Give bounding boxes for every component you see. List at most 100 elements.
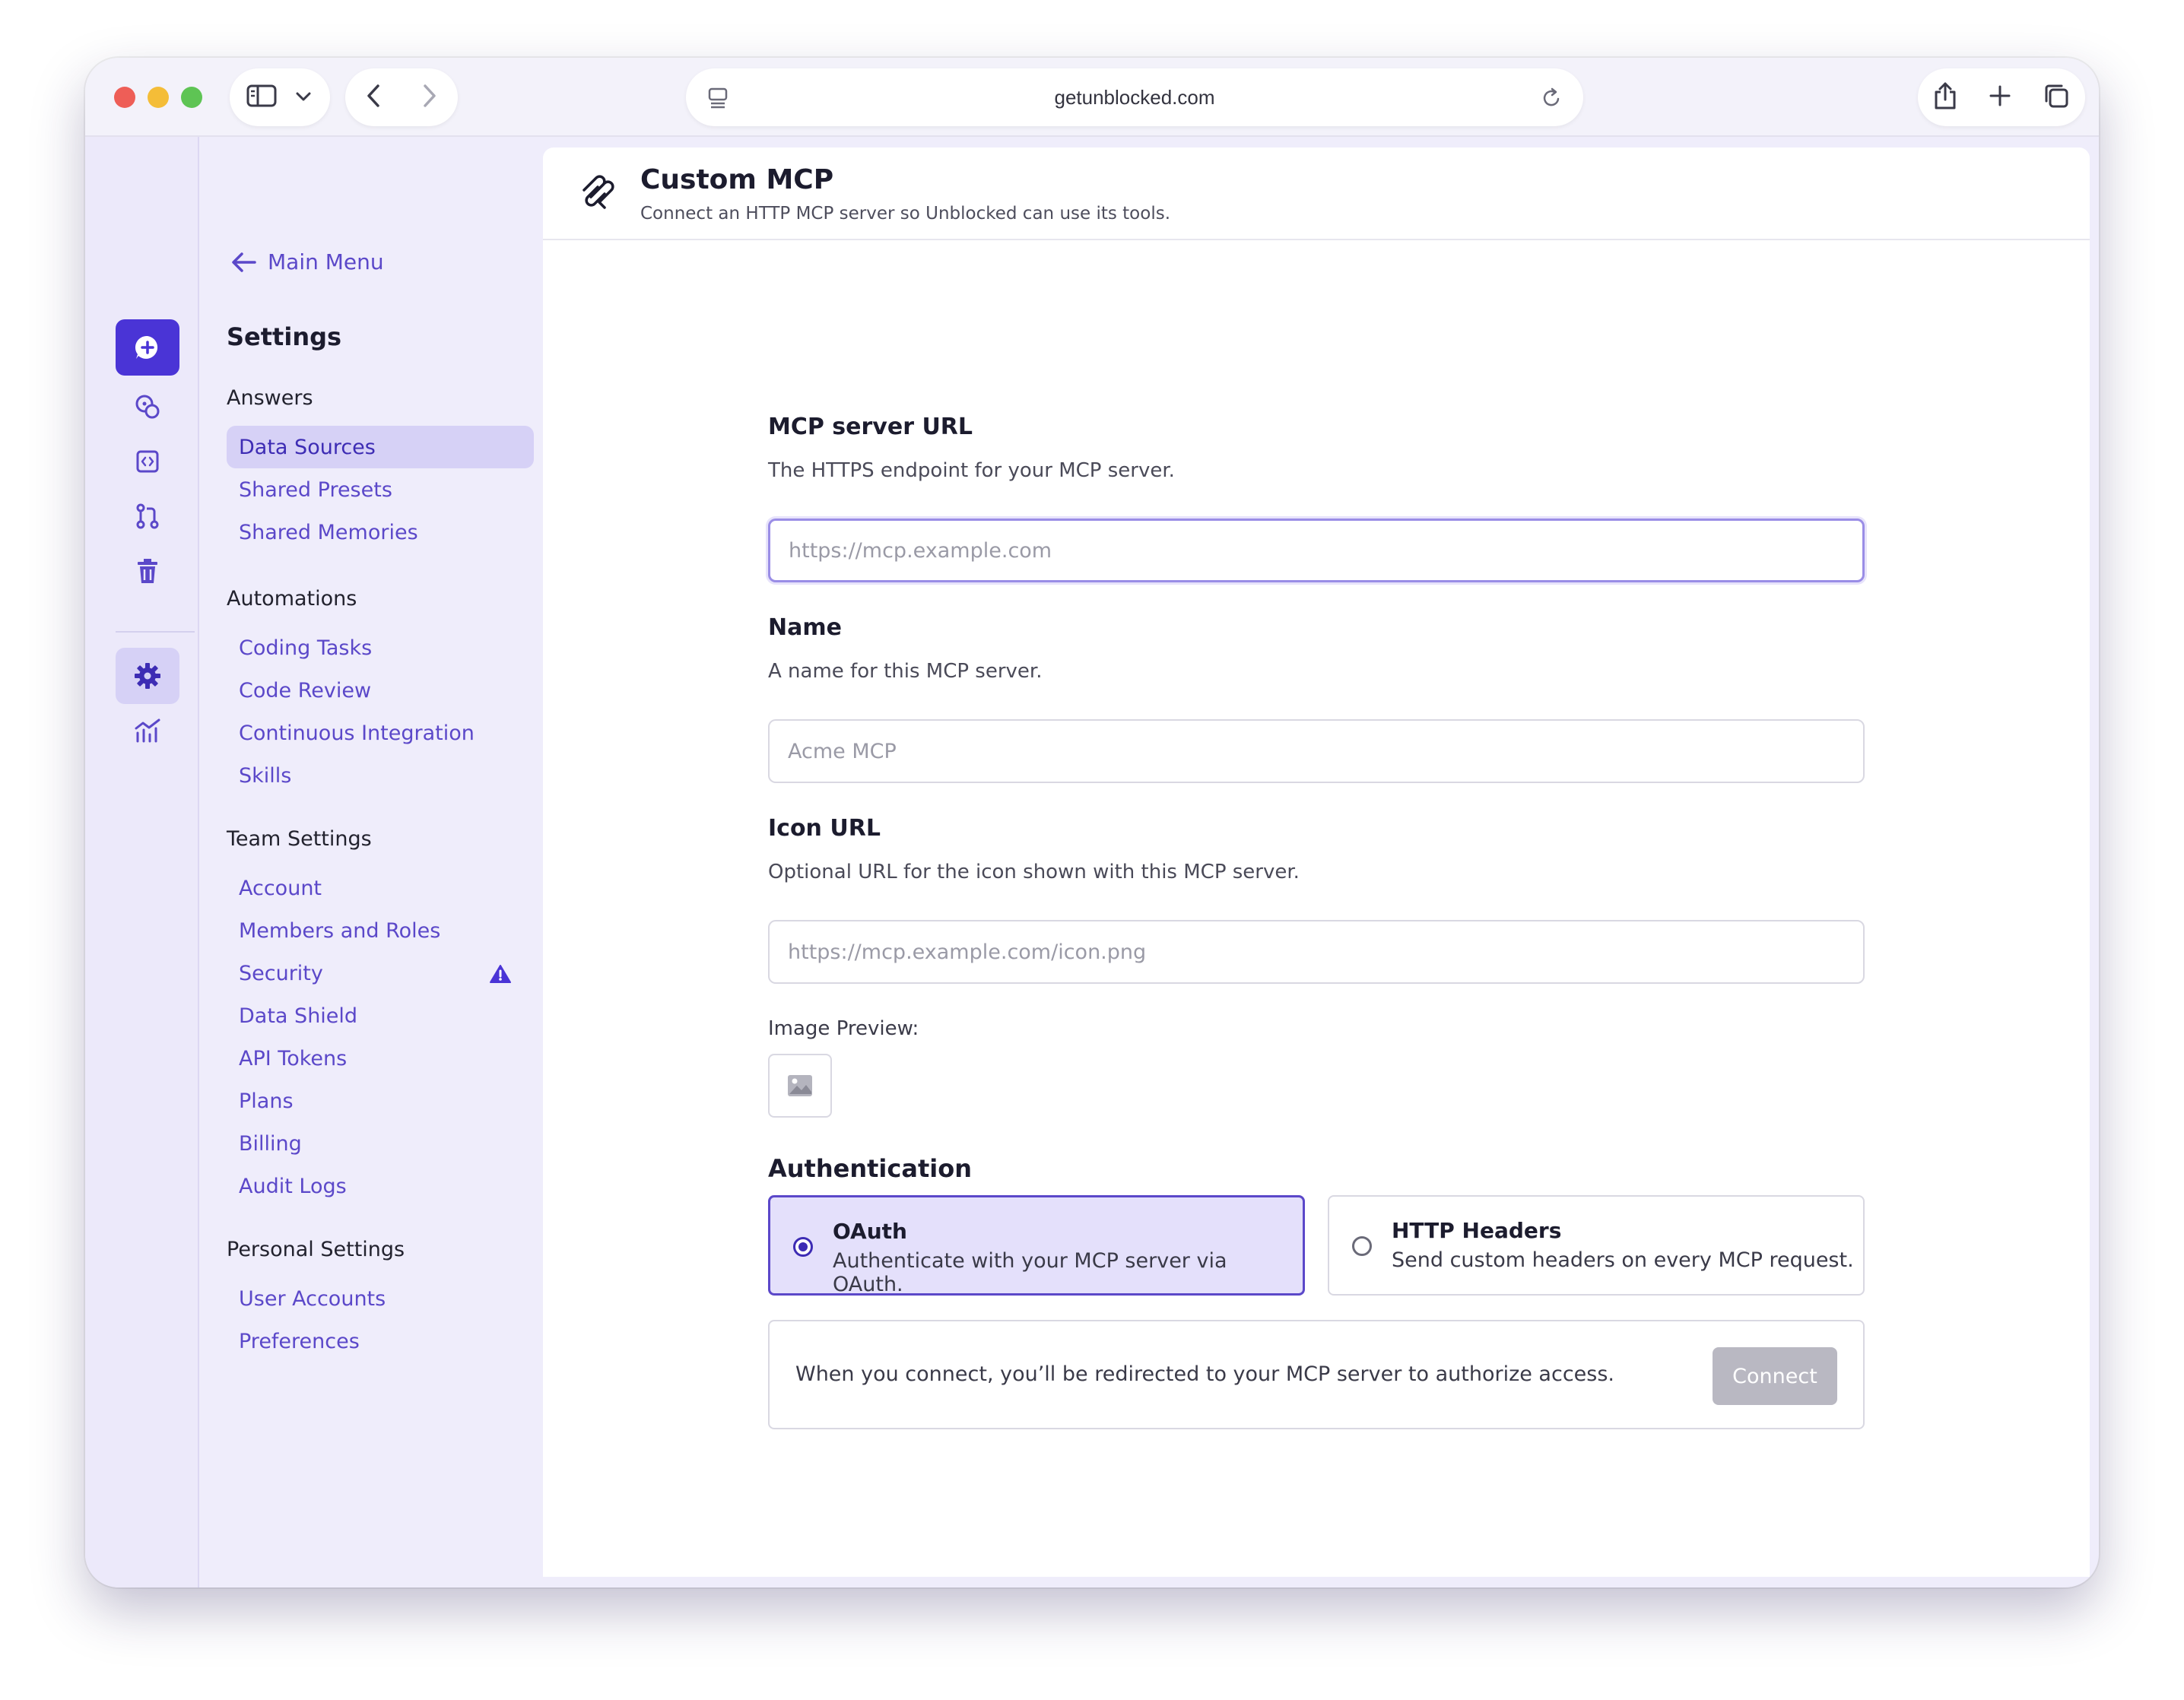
sidebar-item-audit-logs[interactable]: Audit Logs — [227, 1165, 534, 1207]
auth-option-name: HTTP Headers — [1392, 1218, 1562, 1243]
sidebar-item-label: Data Sources — [239, 435, 376, 459]
settings-title: Settings — [227, 322, 342, 351]
chat-bubbles-icon — [135, 395, 160, 419]
image-preview-label: Image Preview: — [768, 1017, 919, 1040]
rail-settings-button[interactable] — [116, 648, 179, 704]
sidebar-item-plans[interactable]: Plans — [227, 1080, 534, 1122]
sidebar-item-preferences[interactable]: Preferences — [227, 1320, 534, 1362]
history-nav-group — [345, 68, 458, 126]
sidebar-item-skills[interactable]: Skills — [227, 754, 534, 797]
sidebar-item-api-tokens[interactable]: API Tokens — [227, 1037, 534, 1080]
git-pull-request-icon — [136, 503, 159, 529]
chevron-down-icon[interactable] — [295, 90, 312, 105]
sidebar-item-label: Plans — [239, 1089, 294, 1113]
icon-url-help: Optional URL for the icon shown with thi… — [768, 861, 1300, 883]
browser-actions-group — [1918, 68, 2085, 126]
tab-overview-icon[interactable] — [2043, 82, 2070, 113]
sidebar-toggle-icon[interactable] — [246, 84, 277, 111]
sidebar-item-label: Audit Logs — [239, 1174, 347, 1198]
settings-sidebar: Main Menu Settings Answers Data Sources … — [201, 137, 543, 1587]
sidebar-item-shared-memories[interactable]: Shared Memories — [227, 511, 534, 553]
auth-option-oauth[interactable]: OAuth Authenticate with your MCP server … — [768, 1195, 1305, 1296]
maximize-window-button[interactable] — [181, 87, 202, 108]
share-icon[interactable] — [1933, 81, 1957, 113]
rail-analytics-button[interactable] — [116, 703, 179, 759]
oauth-radio[interactable] — [793, 1237, 813, 1257]
code-icon — [136, 450, 159, 473]
icon-url-input[interactable] — [768, 920, 1865, 984]
main-menu-label: Main Menu — [268, 249, 384, 274]
sidebar-item-label: Code Review — [239, 678, 372, 703]
sidebar-item-label: Security — [239, 961, 323, 985]
forward-arrow-icon[interactable] — [422, 84, 437, 111]
sidebar-item-label: User Accounts — [239, 1286, 386, 1311]
name-input[interactable] — [768, 719, 1865, 783]
sidebar-item-label: Preferences — [239, 1329, 360, 1353]
browser-window: getunblocked.com Main Menu Settings Answ… — [85, 58, 2099, 1587]
page-title: Custom MCP — [640, 164, 834, 195]
server-url-label: MCP server URL — [768, 414, 973, 440]
sidebar-item-continuous-integration[interactable]: Continuous Integration — [227, 712, 534, 754]
sidebar-item-code-review[interactable]: Code Review — [227, 669, 534, 712]
main-panel: Custom MCP Connect an HTTP MCP server so… — [543, 147, 2090, 1577]
arrow-left-icon — [232, 252, 256, 272]
main-menu-link[interactable]: Main Menu — [231, 249, 384, 274]
image-placeholder-icon — [788, 1075, 812, 1096]
auth-option-http-headers[interactable]: HTTP Headers Send custom headers on ever… — [1328, 1195, 1865, 1296]
address-bar[interactable]: getunblocked.com — [686, 68, 1583, 126]
sidebar-item-label: API Tokens — [239, 1046, 348, 1070]
sidebar-item-security[interactable]: Security — [227, 952, 534, 994]
analytics-icon — [135, 718, 160, 743]
connect-panel: When you connect, you’ll be redirected t… — [768, 1320, 1865, 1429]
auth-option-name: OAuth — [833, 1219, 907, 1244]
section-personal-settings: Personal Settings — [227, 1238, 405, 1261]
auth-option-description: Send custom headers on every MCP request… — [1392, 1248, 1854, 1272]
new-chat-button[interactable] — [116, 319, 179, 376]
rail-answers-button[interactable] — [116, 379, 179, 435]
authentication-title: Authentication — [768, 1154, 972, 1183]
sidebar-item-label: Billing — [239, 1131, 302, 1156]
sidebar-item-label: Coding Tasks — [239, 636, 373, 660]
sidebar-item-label: Data Shield — [239, 1004, 358, 1028]
sidebar-item-account[interactable]: Account — [227, 867, 534, 909]
minimize-window-button[interactable] — [148, 87, 169, 108]
sidebar-item-label: Skills — [239, 763, 292, 788]
server-url-input[interactable] — [768, 519, 1865, 582]
app-rail: AK — [85, 137, 199, 1587]
rail-pull-requests-button[interactable] — [116, 488, 179, 544]
sidebar-item-label: Members and Roles — [239, 918, 441, 943]
auth-option-description: Authenticate with your MCP server via OA… — [833, 1249, 1227, 1296]
sidebar-item-coding-tasks[interactable]: Coding Tasks — [227, 626, 534, 669]
rail-trash-button[interactable] — [116, 543, 179, 599]
browser-toolbar: getunblocked.com — [85, 58, 2099, 137]
sidebar-item-shared-presets[interactable]: Shared Presets — [227, 468, 534, 511]
image-preview-box — [768, 1054, 832, 1118]
http-headers-radio[interactable] — [1352, 1236, 1372, 1256]
warning-icon — [490, 964, 511, 989]
sidebar-item-label: Shared Memories — [239, 520, 418, 544]
sidebar-item-data-shield[interactable]: Data Shield — [227, 994, 534, 1037]
sidebar-item-data-sources[interactable]: Data Sources — [227, 426, 534, 468]
server-url-help: The HTTPS endpoint for your MCP server. — [768, 459, 1175, 482]
connect-info-text: When you connect, you’ll be redirected t… — [795, 1362, 1614, 1386]
gear-icon — [135, 663, 160, 689]
sidebar-item-billing[interactable]: Billing — [227, 1122, 534, 1165]
page-menu-icon[interactable] — [707, 87, 729, 113]
name-label: Name — [768, 614, 842, 641]
connect-button[interactable]: Connect — [1713, 1347, 1837, 1405]
name-help: A name for this MCP server. — [768, 660, 1043, 683]
reload-icon[interactable] — [1541, 87, 1562, 113]
new-tab-icon[interactable] — [1989, 84, 2011, 110]
rail-code-button[interactable] — [116, 433, 179, 490]
sidebar-item-members-and-roles[interactable]: Members and Roles — [227, 909, 534, 952]
sidebar-toggle-group — [230, 68, 330, 126]
sidebar-item-user-accounts[interactable]: User Accounts — [227, 1277, 534, 1320]
back-arrow-icon[interactable] — [366, 84, 381, 111]
section-automations: Automations — [227, 587, 357, 611]
rail-divider — [116, 631, 195, 633]
sidebar-item-label: Account — [239, 876, 322, 900]
sidebar-item-label: Continuous Integration — [239, 721, 475, 745]
trash-icon — [138, 559, 157, 583]
chat-plus-icon — [135, 335, 158, 359]
close-window-button[interactable] — [114, 87, 135, 108]
